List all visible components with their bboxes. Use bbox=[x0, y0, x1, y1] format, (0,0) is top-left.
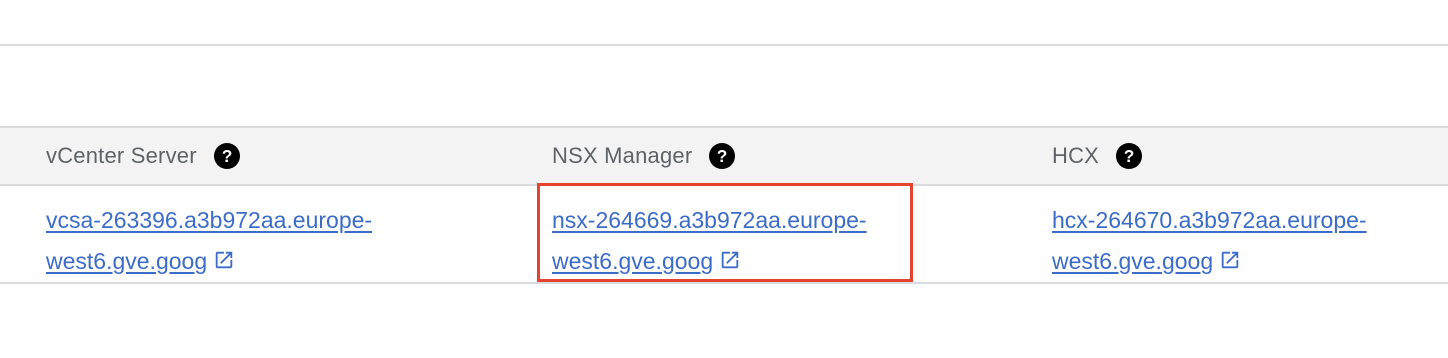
top-divider bbox=[0, 44, 1448, 46]
header-hcx: HCX ? bbox=[1052, 128, 1143, 184]
link-line-1: nsx-264669.a3b972aa.europe- bbox=[552, 207, 867, 233]
external-link-icon bbox=[719, 243, 741, 284]
hcx-link[interactable]: hcx-264670.a3b972aa.europe- west6.gve.go… bbox=[1052, 200, 1367, 284]
nsx-manager-link[interactable]: nsx-264669.a3b972aa.europe- west6.gve.go… bbox=[552, 200, 867, 284]
hcx-link-cell: hcx-264670.a3b972aa.europe- west6.gve.go… bbox=[1052, 186, 1367, 282]
header-label: HCX bbox=[1052, 143, 1100, 168]
link-line-1: vcsa-263396.a3b972aa.europe- bbox=[46, 207, 373, 233]
header-nsx-manager: NSX Manager ? bbox=[552, 128, 736, 184]
svg-text:?: ? bbox=[1124, 146, 1135, 166]
svg-text:?: ? bbox=[221, 146, 232, 166]
svg-text:?: ? bbox=[717, 146, 728, 166]
header-vcenter-server: vCenter Server ? bbox=[46, 128, 241, 184]
table-row: vcsa-263396.a3b972aa.europe- west6.gve.g… bbox=[0, 186, 1448, 284]
header-label: vCenter Server bbox=[46, 143, 197, 168]
help-circle-icon[interactable]: ? bbox=[213, 142, 241, 170]
external-link-icon bbox=[1219, 243, 1241, 284]
help-circle-icon[interactable]: ? bbox=[1115, 142, 1143, 170]
nsx-link-cell: nsx-264669.a3b972aa.europe- west6.gve.go… bbox=[552, 186, 867, 282]
link-line-2: west6.gve.goog bbox=[46, 248, 208, 274]
table-header-row: vCenter Server ? NSX Manager ? HCX ? bbox=[0, 126, 1448, 186]
header-label: NSX Manager bbox=[552, 143, 693, 168]
endpoints-table: vCenter Server ? NSX Manager ? HCX ? vcs… bbox=[0, 126, 1448, 284]
help-circle-icon[interactable]: ? bbox=[708, 142, 736, 170]
vcenter-link-cell: vcsa-263396.a3b972aa.europe- west6.gve.g… bbox=[46, 186, 372, 282]
page: vCenter Server ? NSX Manager ? HCX ? vcs… bbox=[0, 0, 1448, 358]
link-line-1: hcx-264670.a3b972aa.europe- bbox=[1052, 207, 1367, 233]
external-link-icon bbox=[213, 243, 235, 284]
link-line-2: west6.gve.goog bbox=[1052, 248, 1214, 274]
link-line-2: west6.gve.goog bbox=[552, 248, 714, 274]
vcenter-link[interactable]: vcsa-263396.a3b972aa.europe- west6.gve.g… bbox=[46, 200, 372, 284]
